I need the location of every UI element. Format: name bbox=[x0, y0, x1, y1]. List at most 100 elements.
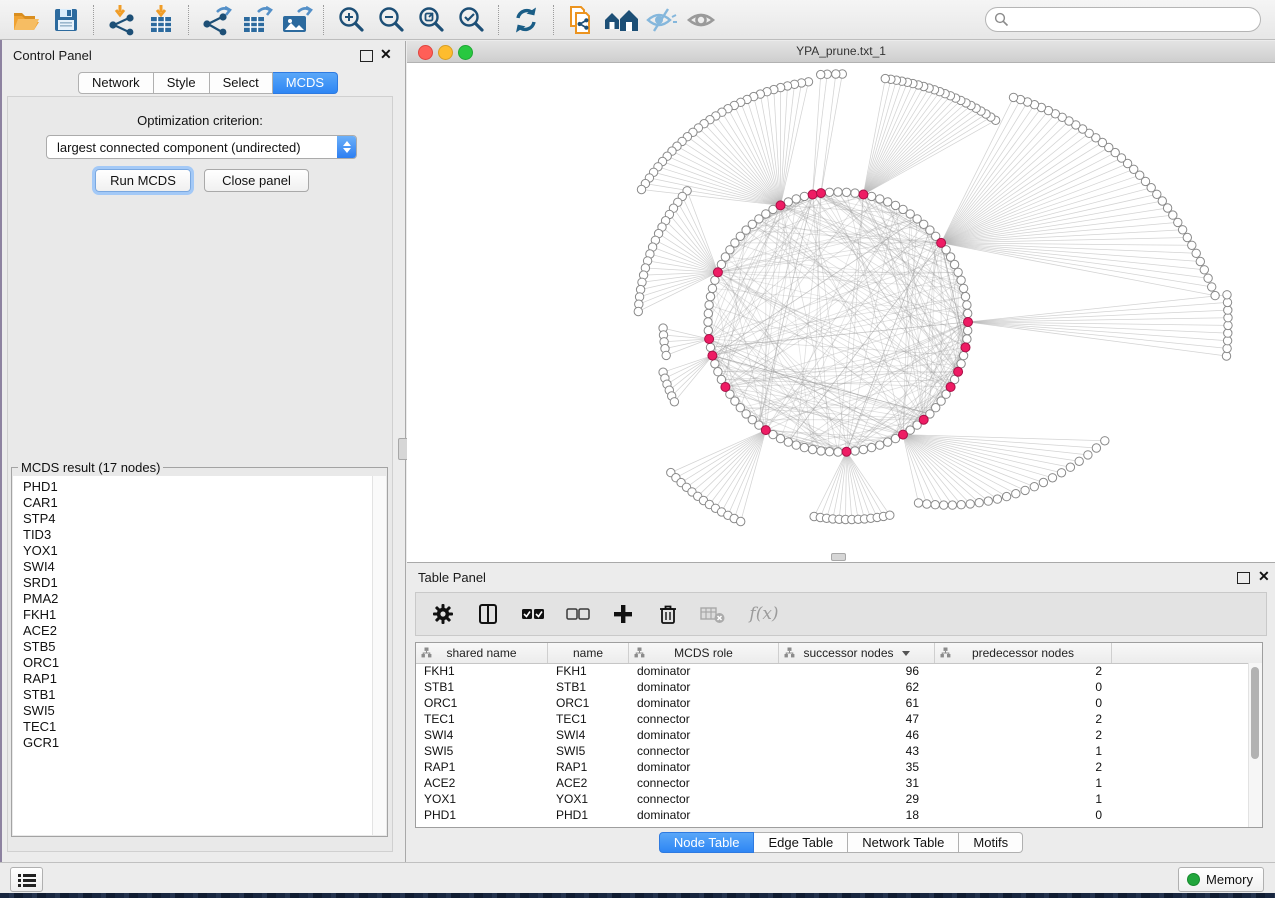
table-cell: FKH1 bbox=[548, 664, 629, 678]
zoom-selected-button[interactable] bbox=[451, 3, 491, 37]
table-row[interactable]: FKH1FKH1dominator962 bbox=[416, 663, 1249, 679]
export-network-button[interactable] bbox=[196, 3, 236, 37]
tab-edge-table[interactable]: Edge Table bbox=[754, 832, 848, 853]
mcds-result-item[interactable]: SWI5 bbox=[13, 703, 372, 719]
tab-node-table[interactable]: Node Table bbox=[659, 832, 755, 853]
table-row[interactable]: SWI5SWI5connector431 bbox=[416, 743, 1249, 759]
mcds-result-item[interactable]: SWI4 bbox=[13, 559, 372, 575]
table-row[interactable]: RAP1RAP1dominator352 bbox=[416, 759, 1249, 775]
table-scrollbar[interactable] bbox=[1248, 663, 1262, 827]
copy-network-button[interactable] bbox=[561, 3, 601, 37]
table-cell: PHD1 bbox=[416, 808, 548, 822]
mcds-result-item[interactable]: RAP1 bbox=[13, 671, 372, 687]
network-canvas[interactable] bbox=[407, 63, 1275, 562]
criterion-select[interactable]: largest connected component (undirected) bbox=[46, 135, 357, 159]
table-panel: Table Panel ✕ bbox=[407, 563, 1275, 858]
show-column-button[interactable] bbox=[475, 601, 501, 627]
table-scrollbar-thumb[interactable] bbox=[1251, 667, 1259, 759]
sort-desc-icon bbox=[902, 651, 910, 656]
import-network-button[interactable] bbox=[101, 3, 141, 37]
network-window-titlebar[interactable]: YPA_prune.txt_1 bbox=[407, 41, 1275, 63]
mcds-result-item[interactable]: PHD1 bbox=[13, 479, 372, 495]
table-cell: ORC1 bbox=[416, 696, 548, 710]
mcds-result-item[interactable]: YOX1 bbox=[13, 543, 372, 559]
mcds-result-item[interactable]: GCR1 bbox=[13, 735, 372, 751]
table-row[interactable]: SWI4SWI4dominator462 bbox=[416, 727, 1249, 743]
mcds-result-item[interactable]: ACE2 bbox=[13, 623, 372, 639]
tab-select[interactable]: Select bbox=[210, 72, 273, 94]
table-cell: 35 bbox=[779, 760, 935, 774]
mcds-result-item[interactable]: ORC1 bbox=[13, 655, 372, 671]
float-panel-icon[interactable] bbox=[360, 50, 373, 62]
search-input[interactable] bbox=[985, 7, 1261, 32]
column-header-successor-nodes[interactable]: successor nodes bbox=[779, 643, 935, 663]
mcds-result-item[interactable]: STB1 bbox=[13, 687, 372, 703]
table-cell: ACE2 bbox=[416, 776, 548, 790]
delete-table-button[interactable] bbox=[700, 601, 726, 627]
select-all-columns-button[interactable] bbox=[520, 601, 546, 627]
network-window: YPA_prune.txt_1 bbox=[407, 41, 1275, 563]
window-minimize-icon[interactable] bbox=[438, 45, 453, 60]
first-neighbors-button[interactable] bbox=[601, 3, 641, 37]
gear-icon bbox=[432, 603, 454, 625]
window-close-icon[interactable] bbox=[418, 45, 433, 60]
table-row[interactable]: ACE2ACE2connector311 bbox=[416, 775, 1249, 791]
mcds-result-item[interactable]: TID3 bbox=[13, 527, 372, 543]
table-row[interactable]: ORC1ORC1dominator610 bbox=[416, 695, 1249, 711]
column-label: MCDS role bbox=[674, 646, 733, 660]
float-panel-icon[interactable] bbox=[1237, 572, 1250, 584]
column-header-icon bbox=[421, 647, 432, 658]
mcds-result-item[interactable]: SRD1 bbox=[13, 575, 372, 591]
table-options-button[interactable] bbox=[430, 601, 456, 627]
window-maximize-icon[interactable] bbox=[458, 45, 473, 60]
unselect-all-columns-button[interactable] bbox=[565, 601, 591, 627]
import-table-button[interactable] bbox=[141, 3, 181, 37]
zoom-in-button[interactable] bbox=[331, 3, 371, 37]
create-column-button[interactable] bbox=[610, 601, 636, 627]
table-row[interactable]: PHD1PHD1dominator180 bbox=[416, 807, 1249, 823]
zoom-out-button[interactable] bbox=[371, 3, 411, 37]
table-cell: connector bbox=[629, 776, 779, 790]
show-panels-button[interactable] bbox=[10, 867, 43, 892]
delete-column-button[interactable] bbox=[655, 601, 681, 627]
column-header-icon bbox=[940, 647, 951, 658]
tab-network-table[interactable]: Network Table bbox=[848, 832, 959, 853]
mcds-result-item[interactable]: FKH1 bbox=[13, 607, 372, 623]
memory-button[interactable]: Memory bbox=[1178, 867, 1264, 892]
column-header-name[interactable]: name bbox=[548, 643, 629, 663]
close-panel-button[interactable]: Close panel bbox=[204, 169, 309, 192]
open-file-button[interactable] bbox=[6, 3, 46, 37]
mcds-result-item[interactable]: STP4 bbox=[13, 511, 372, 527]
save-session-button[interactable] bbox=[46, 3, 86, 37]
function-builder-button[interactable]: f(x) bbox=[745, 601, 783, 627]
close-panel-icon[interactable]: ✕ bbox=[1258, 568, 1270, 584]
save-icon bbox=[52, 6, 80, 34]
export-image-button[interactable] bbox=[276, 3, 316, 37]
zoom-fit-button[interactable] bbox=[411, 3, 451, 37]
table-row[interactable]: TEC1TEC1connector472 bbox=[416, 711, 1249, 727]
mcds-list-scrollbar[interactable] bbox=[372, 476, 386, 835]
refresh-layout-button[interactable] bbox=[506, 3, 546, 37]
tab-motifs[interactable]: Motifs bbox=[959, 832, 1023, 853]
close-panel-icon[interactable]: ✕ bbox=[380, 46, 392, 62]
mcds-result-item[interactable]: STB5 bbox=[13, 639, 372, 655]
table-row[interactable]: STB1STB1dominator620 bbox=[416, 679, 1249, 695]
tab-network[interactable]: Network bbox=[78, 72, 154, 94]
mcds-result-item[interactable]: TEC1 bbox=[13, 719, 372, 735]
table-cell: connector bbox=[629, 712, 779, 726]
column-header-predecessor-nodes[interactable]: predecessor nodes bbox=[935, 643, 1112, 663]
run-mcds-button[interactable]: Run MCDS bbox=[95, 169, 191, 192]
table-row[interactable]: YOX1YOX1connector291 bbox=[416, 791, 1249, 807]
mcds-result-title: MCDS result (17 nodes) bbox=[18, 460, 163, 475]
hide-selected-button[interactable] bbox=[641, 3, 681, 37]
export-table-button[interactable] bbox=[236, 3, 276, 37]
mcds-result-item[interactable]: PMA2 bbox=[13, 591, 372, 607]
network-graph bbox=[407, 63, 1273, 562]
tab-mcds[interactable]: MCDS bbox=[273, 72, 338, 94]
tab-style[interactable]: Style bbox=[154, 72, 210, 94]
column-header-shared-name[interactable]: shared name bbox=[416, 643, 548, 663]
mcds-result-item[interactable]: CAR1 bbox=[13, 495, 372, 511]
show-all-button[interactable] bbox=[681, 3, 721, 37]
column-header-MCDS-role[interactable]: MCDS role bbox=[629, 643, 779, 663]
horizontal-splitter-grip[interactable] bbox=[831, 553, 846, 561]
